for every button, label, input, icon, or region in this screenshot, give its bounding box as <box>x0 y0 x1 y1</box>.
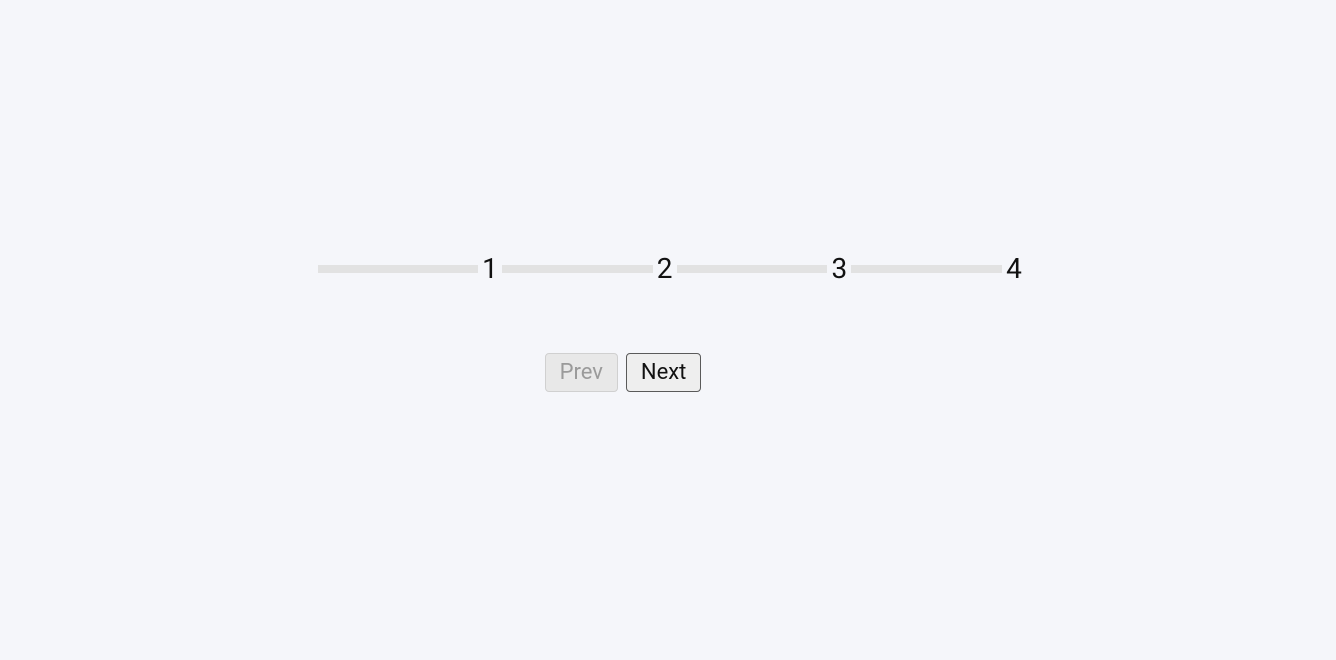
controls: Prev Next <box>545 353 702 392</box>
progress-steps: 1 2 3 4 <box>478 252 1026 285</box>
step-2: 2 <box>653 252 677 285</box>
next-button[interactable]: Next <box>626 353 701 392</box>
prev-button[interactable]: Prev <box>545 353 618 392</box>
step-3: 3 <box>827 252 851 285</box>
step-1: 1 <box>478 252 502 285</box>
step-4: 4 <box>1002 252 1026 285</box>
